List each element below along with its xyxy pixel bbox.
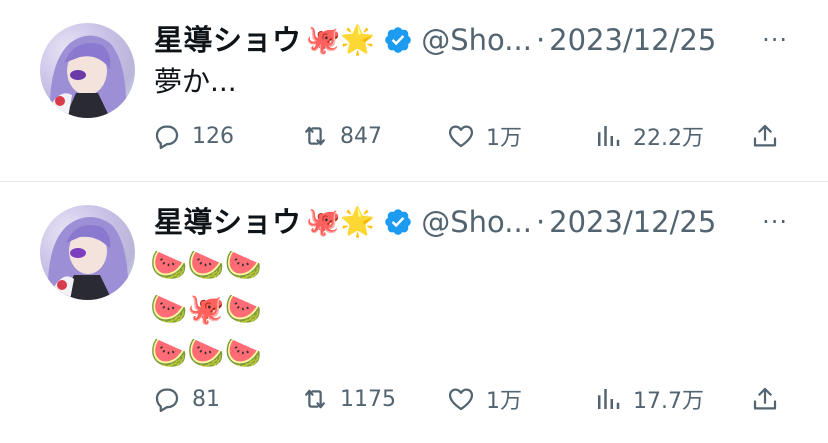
tweet-header: 星導ショウ 🐙🌟 @Sho... · 2023/12/25 ··· (154, 20, 788, 60)
separator-dot: · (535, 23, 546, 57)
tweet-text: 夢か... (154, 65, 237, 98)
views-button[interactable]: 22.2万 (593, 120, 704, 152)
avatar-image (47, 217, 129, 300)
tweet[interactable]: 星導ショウ 🐙🌟 @Sho... · 2023/12/25 ··· 🍉🍉🍉 🍉🐙… (0, 182, 828, 443)
reply-button[interactable]: 126 (152, 121, 234, 151)
reply-count: 81 (192, 386, 220, 412)
author-handle[interactable]: @Sho... (421, 202, 532, 242)
emoji-grid-row: 🍉🍉🍉 (150, 248, 263, 283)
like-count: 1万 (486, 126, 522, 151)
retweet-button[interactable]: 847 (300, 121, 382, 151)
views-icon (598, 126, 620, 146)
author-handle[interactable]: @Sho... (421, 20, 532, 60)
emoji-grid-row: 🍉🍉🍉 (150, 336, 263, 371)
retweet-icon (305, 126, 325, 146)
tweet[interactable]: 星導ショウ 🐙🌟 @Sho... · 2023/12/25 ··· 夢か... … (0, 0, 828, 181)
name-emojis: 🐙🌟 (305, 205, 376, 238)
more-options-button[interactable]: ··· (762, 202, 788, 242)
action-bar: 81 1175 1万 17.7万 (152, 379, 780, 419)
tweet-date[interactable]: 2023/12/25 (549, 20, 716, 60)
name-emojis: 🐙🌟 (305, 23, 376, 56)
action-bar: 126 847 1万 22.2万 (152, 116, 780, 156)
separator-dot: · (535, 205, 546, 239)
author-name[interactable]: 星導ショウ (154, 202, 302, 242)
avatar[interactable] (40, 205, 135, 300)
avatar-image (49, 35, 127, 118)
reply-button[interactable]: 81 (152, 384, 220, 414)
like-count: 1万 (486, 389, 522, 414)
like-button[interactable]: 1万 (446, 120, 522, 152)
reply-icon (155, 125, 179, 149)
share-icon (753, 124, 777, 147)
retweet-button[interactable]: 1175 (300, 384, 396, 414)
views-icon (598, 389, 620, 409)
share-icon (753, 387, 777, 410)
more-options-button[interactable]: ··· (762, 20, 788, 60)
share-button[interactable] (750, 384, 780, 414)
tweet-header: 星導ショウ 🐙🌟 @Sho... · 2023/12/25 ··· (154, 202, 788, 242)
share-button[interactable] (750, 121, 780, 151)
retweet-count: 847 (340, 123, 382, 149)
avatar[interactable] (40, 23, 135, 118)
reply-icon (155, 388, 179, 412)
verified-badge-icon (385, 27, 412, 53)
heart-icon (448, 388, 474, 411)
author-name[interactable]: 星導ショウ (154, 20, 302, 60)
emoji-grid: 🍉🍉🍉 🍉🐙🍉 🍉🍉🍉 (150, 244, 262, 376)
verified-badge-icon (385, 209, 412, 235)
tweet-date[interactable]: 2023/12/25 (549, 202, 716, 242)
retweet-icon (305, 389, 325, 409)
like-button[interactable]: 1万 (446, 383, 522, 415)
emoji-grid-row: 🍉🐙🍉 (150, 292, 263, 327)
reply-count: 126 (192, 123, 234, 149)
view-count: 22.2万 (633, 126, 704, 151)
retweet-count: 1175 (340, 386, 396, 412)
views-button[interactable]: 17.7万 (593, 383, 704, 415)
view-count: 17.7万 (633, 389, 704, 414)
heart-icon (448, 125, 474, 148)
